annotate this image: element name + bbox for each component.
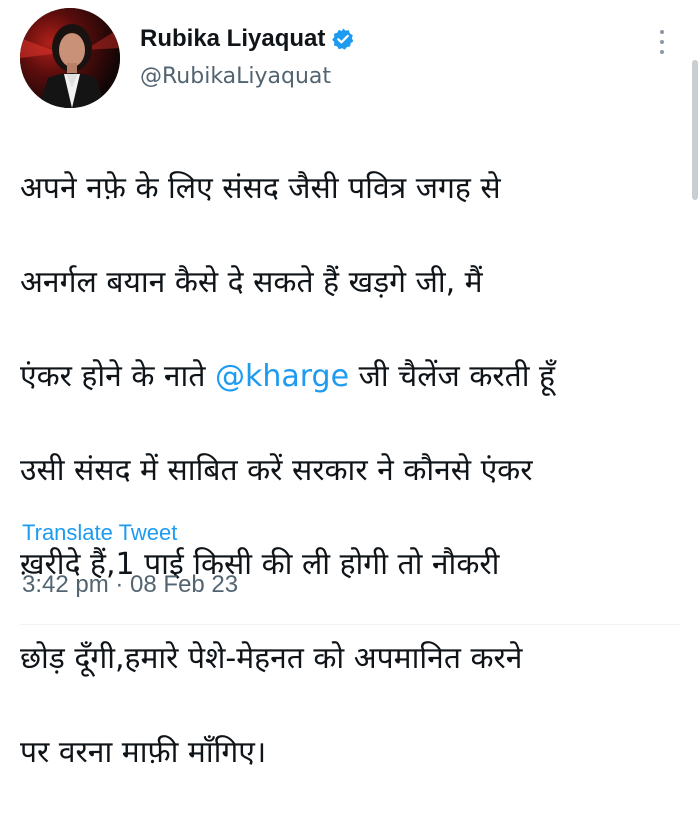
more-dot: [660, 40, 664, 44]
tweet-time: 3:42 pm: [22, 571, 109, 598]
author-name-row: Rubika Liyaquat: [140, 25, 355, 53]
mention-link[interactable]: @kharge: [215, 359, 349, 394]
tweet-line: उसी संसद में साबित करें सरकार ने कौनसे ए…: [20, 453, 533, 488]
verified-badge-icon: [331, 27, 355, 51]
more-dot: [660, 50, 664, 54]
tweet-line: अनर्गल बयान कैसे दे सकते हैं खड़गे जी, म…: [20, 265, 483, 300]
tweet-timestamp[interactable]: 3:42 pm · 08 Feb 23: [22, 571, 238, 599]
avatar[interactable]: [20, 8, 120, 108]
scrollbar-thumb[interactable]: [692, 60, 698, 200]
tweet-card: Rubika Liyaquat @RubikaLiyaquat अपने नफ़…: [0, 0, 700, 770]
tweet-text: अपने नफ़े के लिए संसद जैसी पवित्र जगह से…: [20, 118, 680, 823]
avatar-image: [20, 8, 120, 108]
meta-separator: ·: [108, 571, 131, 598]
tweet-line: छोड़ दूँगी,हमारे पेशे-मेहनत को अपमानित क…: [20, 641, 523, 676]
tweet-date: 08 Feb 23: [130, 571, 239, 598]
author-display-name[interactable]: Rubika Liyaquat: [140, 25, 325, 53]
more-dot: [660, 30, 664, 34]
tweet-line-post: जी चैलेंज करती हूँ: [349, 359, 555, 394]
tweet-line-pre: एंकर होने के नाते: [20, 359, 215, 394]
tweet-line: पर वरना माफ़ी माँगिए।: [20, 735, 267, 770]
author-handle[interactable]: @RubikaLiyaquat: [140, 64, 331, 89]
tweet-line: एंकर होने के नाते @kharge जी चैलेंज करती…: [20, 353, 680, 400]
divider: [20, 624, 680, 625]
tweet-line: अपने नफ़े के लिए संसद जैसी पवित्र जगह से: [20, 171, 501, 206]
more-options-icon[interactable]: [650, 26, 674, 58]
translate-tweet-link[interactable]: Translate Tweet: [22, 520, 177, 546]
